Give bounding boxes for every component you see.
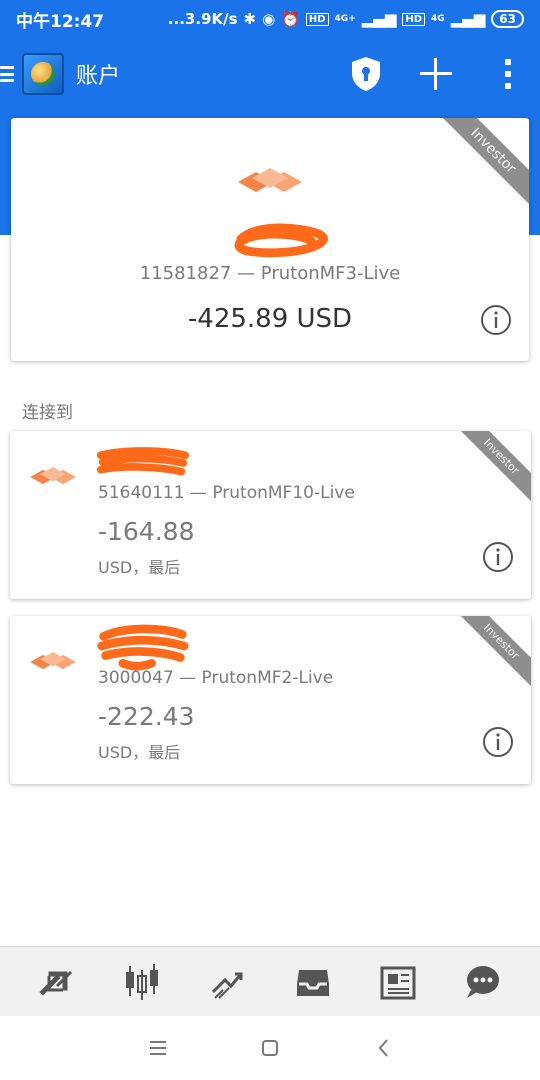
news-icon[interactable] [378,962,418,1002]
investor-ribbon: Investor [439,118,529,208]
account-currency-line: USD，最后 [98,558,181,577]
status-time: 中午12:47 [16,11,105,32]
chart-icon[interactable] [122,962,162,1002]
account-line: 3000047 — PrutonMF2-Live [98,668,334,688]
signal-label-1: 4G+ [334,14,356,24]
hd-badge-1: HD [305,12,329,26]
broker-logo-icon [30,652,76,670]
main-account-card[interactable]: Investor 11581827 — PrutonMF3-Live -425.… [11,118,529,361]
app-bar: 账户 [0,38,540,110]
info-icon[interactable] [480,304,512,336]
add-account-icon[interactable] [420,58,452,90]
account-line: 51640111 — PrutonMF10-Live [98,483,355,503]
bottom-navigation [0,946,540,1016]
info-icon[interactable] [482,541,514,573]
home-icon[interactable] [258,1036,282,1060]
broker-logo-icon [30,467,76,485]
signal-label-2: 4G [431,14,445,24]
account-currency-line: USD，最后 [98,743,181,762]
broker-logo-icon [238,168,302,192]
app-logo [22,53,64,95]
signal-icon-1: ▂▄▆ [361,10,397,28]
investor-ribbon: Investor [461,431,531,501]
page-title: 账户 [76,64,121,89]
status-indicators: ...3.9K/s ✱ ◉ ⏰ HD 4G+ ▂▄▆ HD 4G ▂▄▆ 63 [168,10,524,28]
shield-icon[interactable] [350,56,382,92]
back-icon[interactable] [372,1036,396,1060]
history-icon[interactable] [293,962,333,1002]
network-speed: ...3.9K/s [167,10,238,28]
alarm-icon: ⏰ [281,10,300,28]
hamburger-menu-icon[interactable] [0,64,14,84]
system-navigation-bar [0,1016,540,1080]
investor-ribbon: Investor [461,616,531,686]
more-options-icon[interactable] [504,59,512,89]
quotes-icon[interactable] [37,962,77,1002]
account-card[interactable]: Investor 51640111 — PrutonMF10-Live -164… [10,431,531,599]
account-balance: -222.43 [98,702,195,731]
recent-apps-icon[interactable] [146,1036,170,1060]
redacted-name-scribble [96,447,190,476]
redacted-name-scribble [97,624,189,671]
status-bar: 中午12:47 ...3.9K/s ✱ ◉ ⏰ HD 4G+ ▂▄▆ HD 4G… [0,0,540,38]
trade-icon[interactable] [207,962,247,1002]
bluetooth-icon: ✱ [243,10,257,28]
info-icon[interactable] [482,726,514,758]
hd-badge-2: HD [402,12,426,26]
account-balance: -164.88 [98,517,195,546]
battery-indicator: 63 [491,10,524,28]
signal-icon-2: ▂▄▆ [450,10,486,28]
appbar-actions [350,56,540,92]
main-account-line: 11581827 — PrutonMF3-Live [139,263,401,284]
chat-icon[interactable] [463,962,503,1002]
main-balance: -425.89 USD [187,304,353,334]
redacted-name-scribble [234,223,328,258]
connected-section-label: 连接到 [22,403,73,423]
toggle-icon: ◉ [262,10,276,28]
account-card[interactable]: Investor 3000047 — PrutonMF2-Live -222.4… [10,616,531,784]
